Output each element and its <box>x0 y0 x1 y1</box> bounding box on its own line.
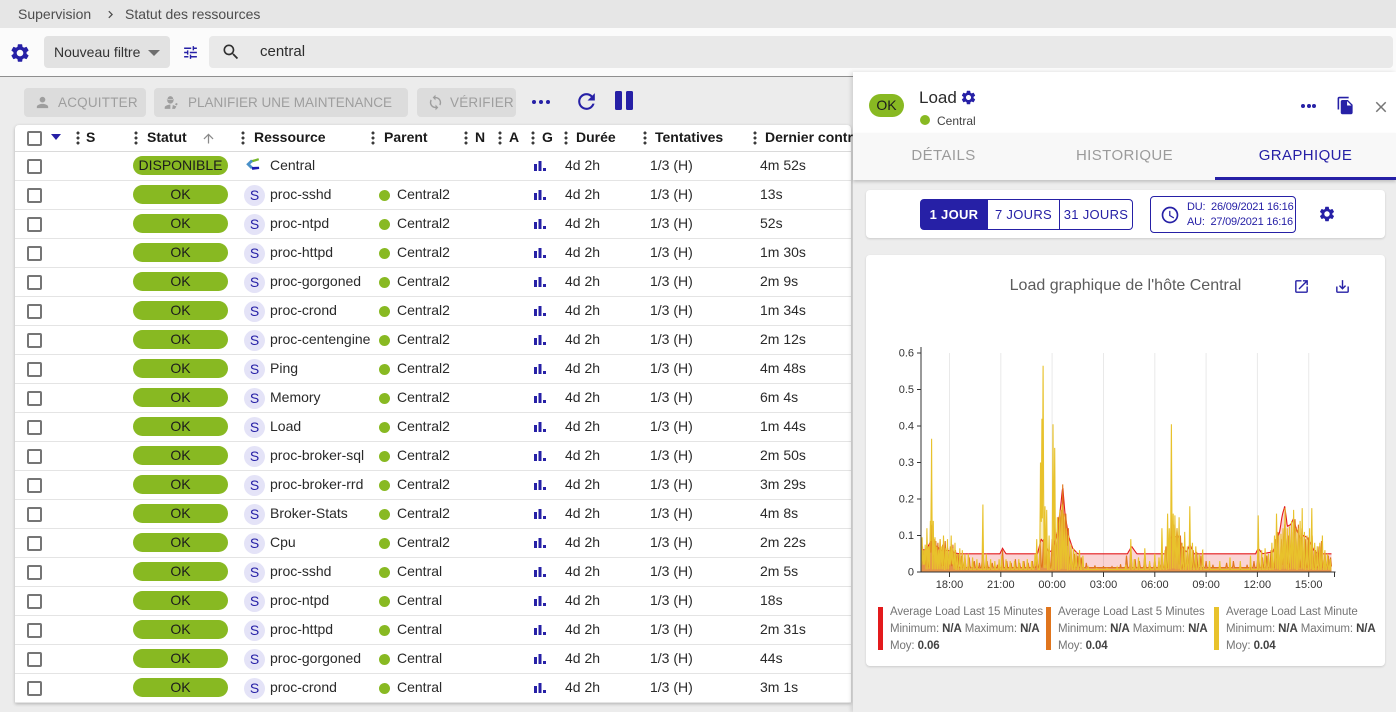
svg-text:0: 0 <box>908 567 914 579</box>
svg-text:06:00: 06:00 <box>1141 579 1169 591</box>
svg-text:15:00: 15:00 <box>1295 579 1323 591</box>
svg-text:21:00: 21:00 <box>987 579 1015 591</box>
svg-text:0.6: 0.6 <box>899 348 914 360</box>
svg-text:03:00: 03:00 <box>1090 579 1118 591</box>
svg-text:00:00: 00:00 <box>1038 579 1066 591</box>
svg-text:0.3: 0.3 <box>899 457 914 469</box>
svg-text:0.5: 0.5 <box>899 384 914 396</box>
svg-text:18:00: 18:00 <box>936 579 964 591</box>
svg-text:0.2: 0.2 <box>899 494 914 506</box>
svg-text:12:00: 12:00 <box>1244 579 1272 591</box>
svg-text:0.1: 0.1 <box>899 530 914 542</box>
svg-text:09:00: 09:00 <box>1192 579 1220 591</box>
svg-text:0.4: 0.4 <box>899 421 914 433</box>
